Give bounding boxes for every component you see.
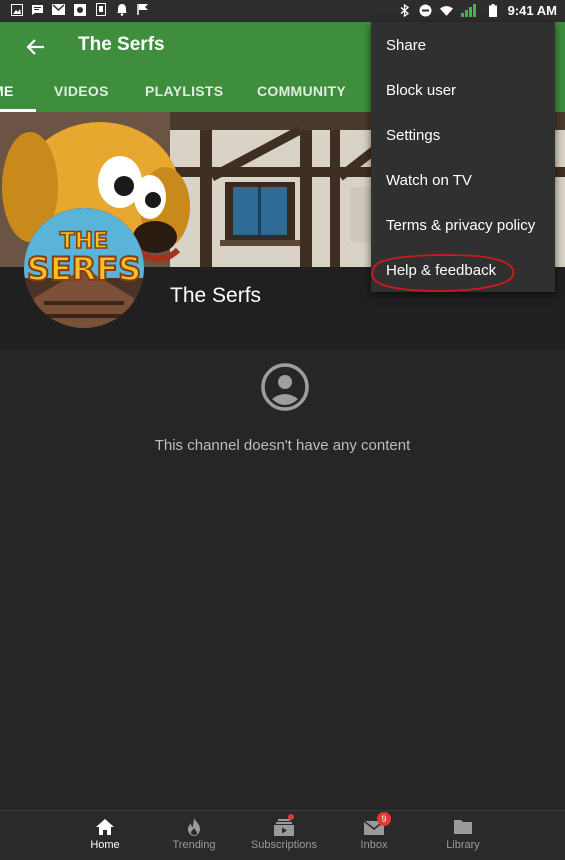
back-arrow-icon[interactable]: [22, 33, 50, 61]
logo-serfs: SERFS: [27, 250, 141, 288]
menu-item-terms-privacy[interactable]: Terms & privacy policy: [386, 217, 535, 234]
nav-subscriptions-label: Subscriptions: [250, 839, 318, 851]
nav-library[interactable]: Library: [418, 817, 508, 851]
channel-avatar[interactable]: THE SERFS: [24, 208, 144, 328]
nav-subscriptions[interactable]: Subscriptions: [239, 814, 329, 851]
battery-icon: [487, 4, 500, 17]
nav-inbox-label: Inbox: [360, 839, 388, 851]
tab-community[interactable]: COMMUNITY: [257, 83, 346, 99]
empty-state-message: This channel doesn't have any content: [154, 437, 411, 454]
menu-item-settings[interactable]: Settings: [386, 127, 440, 144]
device-icon: [94, 3, 107, 16]
status-bar: 9:41 AM: [0, 0, 565, 22]
nav-trending[interactable]: Trending: [149, 817, 239, 851]
nav-home-label: Home: [90, 839, 120, 851]
flame-icon: [183, 817, 205, 837]
bell-icon: [115, 3, 128, 16]
mail-icon: 9: [363, 812, 391, 837]
page-title: The Serfs: [78, 34, 165, 55]
flag-icon: [136, 3, 149, 16]
wifi-icon: [439, 4, 453, 17]
do-not-disturb-icon: [419, 4, 432, 17]
tab-playlists[interactable]: PLAYLISTS: [145, 83, 223, 99]
image-icon: [10, 3, 23, 16]
folder-icon: [452, 817, 474, 837]
nav-home[interactable]: Home: [60, 817, 150, 851]
tab-home[interactable]: ME: [0, 83, 14, 99]
channel-name: The Serfs: [170, 284, 262, 307]
bluetooth-icon: [398, 4, 411, 17]
gmail-icon: [52, 3, 65, 16]
subscriptions-icon: [273, 814, 295, 837]
home-icon: [94, 817, 116, 837]
tab-videos[interactable]: VIDEOS: [54, 83, 109, 99]
nav-library-label: Library: [446, 839, 480, 851]
clock: 9:41 AM: [507, 3, 557, 18]
nav-trending-label: Trending: [172, 839, 216, 851]
message-icon: [31, 3, 44, 16]
bottom-navigation: Home Trending Subscriptions 9 Inbox Libr…: [0, 810, 565, 860]
menu-item-watch-on-tv[interactable]: Watch on TV: [386, 172, 472, 189]
menu-item-share[interactable]: Share: [386, 37, 426, 54]
menu-item-block-user[interactable]: Block user: [386, 82, 456, 99]
inbox-badge: 9: [377, 812, 391, 826]
new-content-dot: [288, 814, 294, 820]
account-circle-icon: [259, 361, 311, 413]
nav-inbox[interactable]: 9 Inbox: [329, 812, 419, 851]
red-annotation-circle: [371, 254, 515, 292]
signal-icon: [460, 4, 479, 17]
photo-icon: [73, 3, 86, 16]
